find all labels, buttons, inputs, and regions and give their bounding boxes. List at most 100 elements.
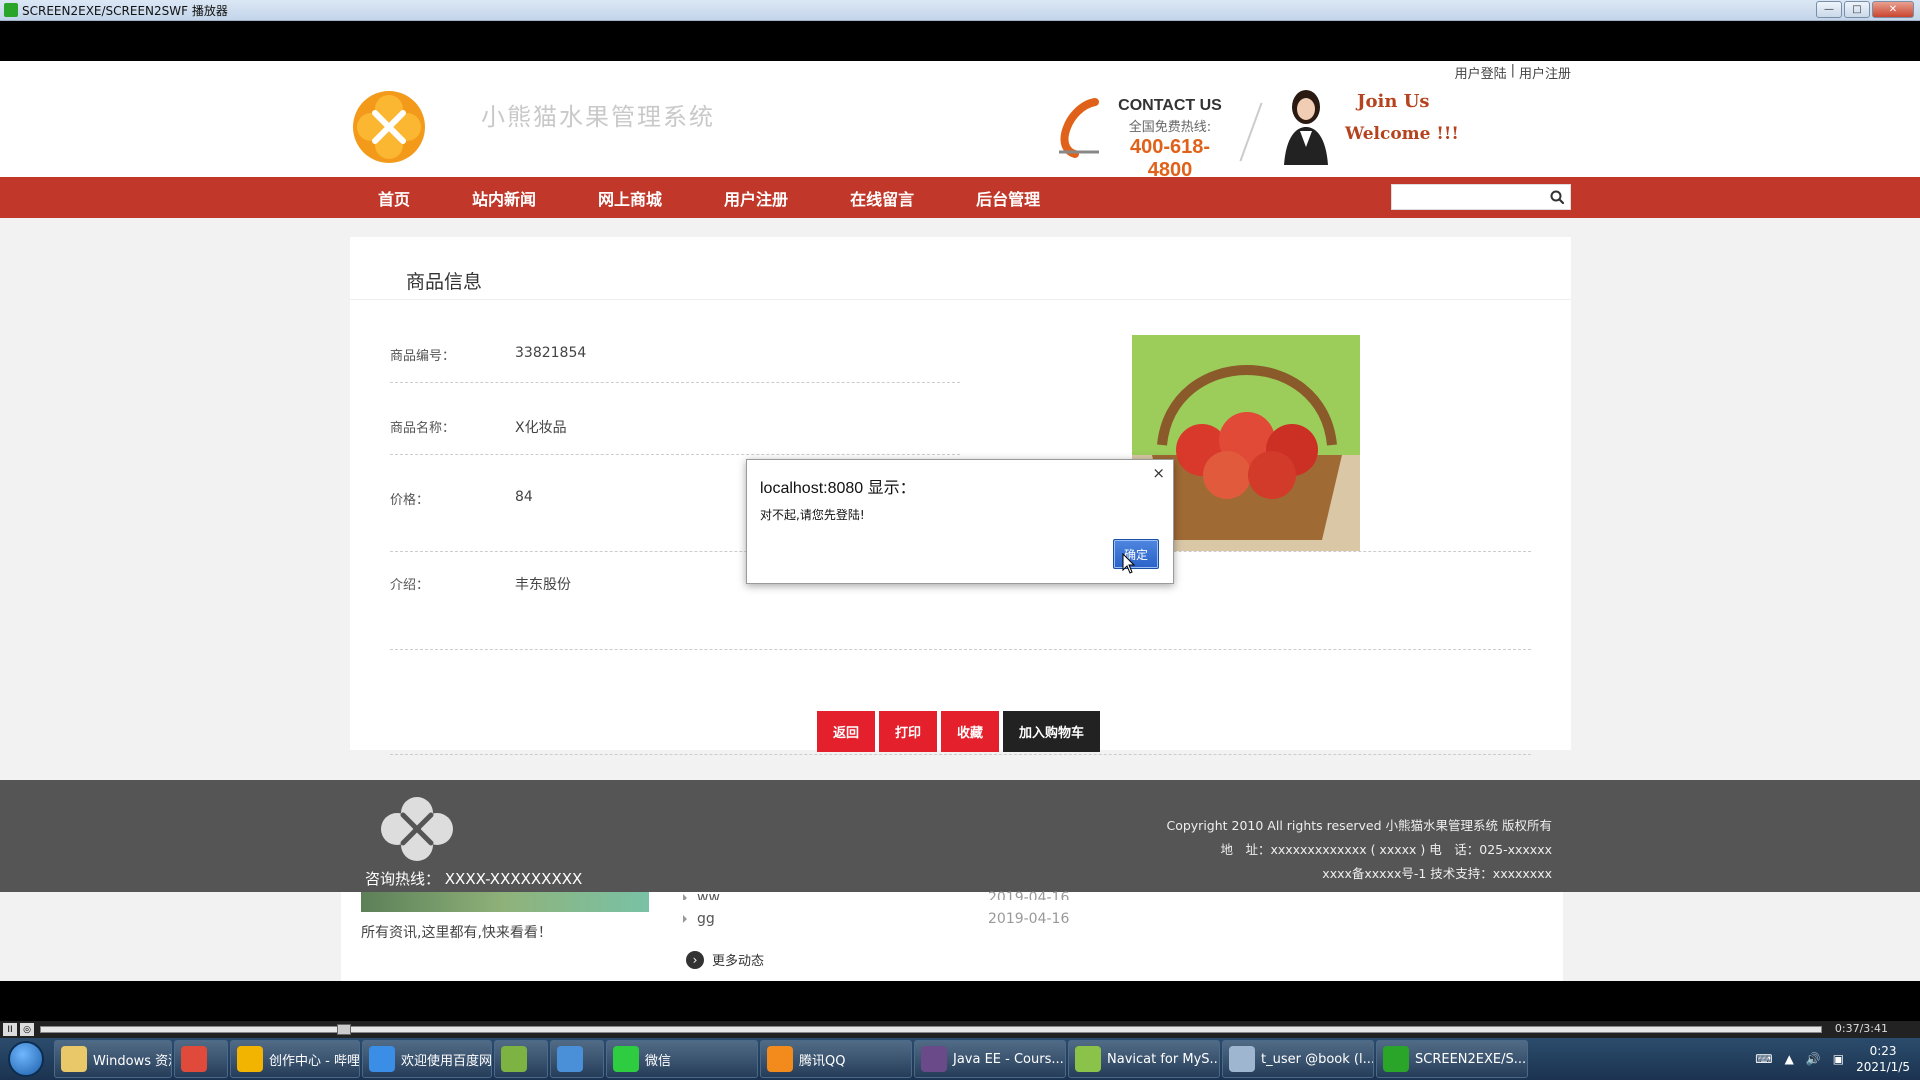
mouse-cursor-icon xyxy=(1122,553,1136,574)
taskbar-item[interactable] xyxy=(550,1040,604,1078)
phone-icon xyxy=(1059,98,1099,158)
clock[interactable]: 0:23 2021/1/5 xyxy=(1856,1043,1910,1075)
taskbar-item[interactable] xyxy=(174,1040,228,1078)
add-to-cart-button[interactable]: 加入购物车 xyxy=(1003,711,1101,752)
taskbar-item-label: Navicat for MyS... xyxy=(1107,1051,1220,1067)
tray-expand-icon[interactable]: ▲ xyxy=(1785,1052,1794,1066)
clock-date: 2021/1/5 xyxy=(1856,1060,1910,1074)
app-icon xyxy=(237,1046,263,1072)
favorite-button[interactable]: 收藏 xyxy=(941,711,1000,752)
nav-item-shop[interactable]: 网上商城 xyxy=(598,186,662,210)
footer-hotline: 咨询热线： XXXX-XXXXXXXXX xyxy=(365,870,583,888)
seek-bar[interactable] xyxy=(40,1024,1822,1035)
news-section: 所有资讯,这里都有,快来看看！ ww 2019-04-16 gg 2019-04… xyxy=(341,890,1563,981)
taskbar-item[interactable]: 欢迎使用百度网盘 xyxy=(362,1040,492,1078)
pause-button[interactable]: II xyxy=(3,1023,17,1036)
field-label: 商品编号： xyxy=(390,349,456,364)
login-link[interactable]: 用户登陆 xyxy=(1455,63,1507,82)
player-letterbox-bottom xyxy=(0,981,1920,1026)
join-us-text: Join Us xyxy=(1357,91,1430,112)
app-icon xyxy=(921,1046,947,1072)
taskbar-item-label: 创作中心 - 哔哩... xyxy=(269,1053,360,1069)
dialog-close-icon[interactable]: × xyxy=(1152,464,1165,482)
keyboard-icon[interactable]: ⌨ xyxy=(1755,1052,1772,1066)
field-label: 商品名称： xyxy=(390,421,456,436)
taskbar-item-label: SCREEN2EXE/S... xyxy=(1415,1051,1527,1067)
news-item[interactable]: gg xyxy=(683,911,715,927)
system-tray: ⌨ ▲ 🔊 ▣ 0:23 2021/1/5 xyxy=(1755,1038,1920,1080)
taskbar-item[interactable]: Navicat for MyS... xyxy=(1068,1040,1220,1078)
site-header: 用户登陆 | 用户注册 小熊猫水果管理系统 CONTACT US 全国免费热线:… xyxy=(0,61,1920,181)
address-text: 地 址：xxxxxxxxxxxxx ( xxxxx ) 电 话：025-xxxx… xyxy=(1220,842,1552,857)
taskbar-item[interactable]: 创作中心 - 哔哩... xyxy=(230,1040,360,1078)
more-news-link[interactable]: › 更多动态 xyxy=(686,950,764,969)
nav-item-message[interactable]: 在线留言 xyxy=(850,186,914,210)
search-icon[interactable] xyxy=(1550,190,1564,204)
taskbar-item[interactable]: 微信 xyxy=(606,1040,758,1078)
app-icon xyxy=(369,1046,395,1072)
seek-handle[interactable] xyxy=(337,1024,351,1035)
row-divider xyxy=(390,454,960,455)
nav-item-admin[interactable]: 后台管理 xyxy=(976,186,1040,210)
window-title-bar: SCREEN2EXE/SCREEN2SWF 播放器 — □ ✕ xyxy=(0,0,1920,21)
link-separator: | xyxy=(1510,63,1515,78)
main-nav: 首页 站内新闻 网上商城 用户注册 在线留言 后台管理 xyxy=(0,177,1920,218)
dialog-message: 对不起,请您先登陆! xyxy=(760,508,865,522)
row-divider xyxy=(390,754,1531,755)
window-controls: — □ ✕ xyxy=(1816,1,1914,18)
volume-icon[interactable]: 🔊 xyxy=(1806,1052,1821,1066)
taskbar-item[interactable]: t_user @book (l... xyxy=(1222,1040,1374,1078)
section-title: 商品信息 xyxy=(406,271,483,293)
footer-copyright: Copyright 2010 All rights reserved 小熊猫水果… xyxy=(1166,814,1552,886)
news-item[interactable]: ww xyxy=(683,890,720,900)
stop-button[interactable]: ◎ xyxy=(20,1023,34,1036)
player-controls: II ◎ 0:37/3:41 xyxy=(0,1021,1920,1038)
taskbar-item-label: 腾讯QQ xyxy=(799,1053,846,1069)
taskbar-item[interactable]: SCREEN2EXE/S... xyxy=(1376,1040,1528,1078)
contact-subtitle: 全国免费热线: xyxy=(1128,120,1212,135)
contact-block: CONTACT US 全国免费热线: 400-618-4800 xyxy=(1110,97,1230,182)
app-icon xyxy=(4,3,18,17)
row-divider xyxy=(390,649,1531,650)
network-icon[interactable]: ▣ xyxy=(1833,1052,1844,1066)
alert-dialog: localhost:8080 显示： × 对不起,请您先登陆! 确定 xyxy=(746,459,1174,584)
app-icon xyxy=(613,1046,639,1072)
app-icon xyxy=(1229,1046,1255,1072)
field-label: 价格： xyxy=(390,493,430,508)
app-icon xyxy=(61,1046,87,1072)
search-input[interactable] xyxy=(1392,185,1540,209)
contact-phone: 400-618-4800 xyxy=(1129,136,1211,181)
start-button[interactable] xyxy=(0,1039,52,1079)
support-avatar xyxy=(1284,90,1328,165)
taskbar-item-label: t_user @book (l... xyxy=(1261,1051,1374,1067)
nav-item-news[interactable]: 站内新闻 xyxy=(472,186,536,210)
dialog-ok-button[interactable]: 确定 xyxy=(1113,539,1159,569)
clock-time: 0:23 xyxy=(1869,1044,1897,1058)
maximize-button[interactable]: □ xyxy=(1844,1,1870,18)
playback-time: 0:37/3:41 xyxy=(1834,1022,1888,1035)
nav-item-home[interactable]: 首页 xyxy=(378,186,410,210)
player-letterbox-top xyxy=(0,21,1920,61)
top-links: 用户登陆 | 用户注册 xyxy=(1455,63,1571,82)
search-box xyxy=(1391,184,1571,210)
minimize-button[interactable]: — xyxy=(1816,1,1842,18)
taskbar-item[interactable]: Java EE - Cours... xyxy=(914,1040,1066,1078)
icp-text: xxxx备xxxxx号-1 技术支持：xxxxxxxx xyxy=(1322,866,1552,881)
taskbar-item[interactable]: Windows 资源... xyxy=(54,1040,172,1078)
taskbar-items: Windows 资源... 创作中心 - 哔哩... 欢迎使用百度网盘 微信 腾讯QQ J… xyxy=(52,1040,1528,1078)
close-button[interactable]: ✕ xyxy=(1872,1,1914,18)
taskbar-item[interactable] xyxy=(494,1040,548,1078)
register-link[interactable]: 用户注册 xyxy=(1519,63,1571,82)
app-icon xyxy=(557,1046,583,1072)
nav-item-register[interactable]: 用户注册 xyxy=(724,186,788,210)
print-button[interactable]: 打印 xyxy=(879,711,938,752)
windows-logo-icon xyxy=(8,1041,44,1077)
taskbar-item-label: 微信 xyxy=(645,1053,672,1069)
action-buttons: 返回 打印 收藏 加入购物车 xyxy=(817,711,1101,752)
app-icon xyxy=(501,1046,527,1072)
site-name: 小熊猫水果管理系统 xyxy=(481,103,715,131)
more-news-label: 更多动态 xyxy=(712,954,765,969)
windows-taskbar: Windows 资源... 创作中心 - 哔哩... 欢迎使用百度网盘 微信 腾讯QQ J… xyxy=(0,1038,1920,1080)
taskbar-item[interactable]: 腾讯QQ xyxy=(760,1040,912,1078)
back-button[interactable]: 返回 xyxy=(817,711,876,752)
